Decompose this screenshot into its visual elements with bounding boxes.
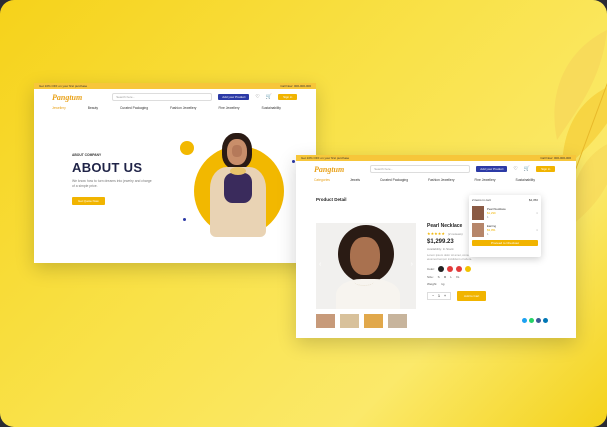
search-input[interactable]: Search here...: [370, 165, 471, 173]
nav-item[interactable]: Curated Packaging: [120, 106, 148, 110]
prev-image-arrow-icon[interactable]: ‹: [319, 261, 321, 268]
nav-item[interactable]: Fine Jewellery: [474, 178, 495, 182]
nav-item[interactable]: Jewellery: [52, 106, 66, 110]
search-input[interactable]: Search here...: [112, 93, 213, 101]
cart-item-thumbnail: [472, 206, 484, 220]
cart-item[interactable]: Earring $3,051 1 ×: [472, 223, 538, 237]
nav-item[interactable]: Sustainability: [516, 178, 535, 182]
about-page-screenshot: Get 10% OFF on your first purchase Call …: [34, 83, 316, 263]
thumbnail[interactable]: [388, 314, 407, 328]
size-option[interactable]: M: [444, 275, 447, 279]
heart-icon[interactable]: ♡: [255, 94, 259, 100]
main-nav: Categories Jewels Curated Packaging Fash…: [296, 177, 576, 183]
whatsapp-icon[interactable]: [529, 318, 534, 323]
topbar-promo-text: Get 10% OFF on your first purchase: [301, 156, 350, 160]
thumbnail-strip: [316, 314, 407, 328]
product-detail-screenshot: Get 10% OFF on your first purchase Call …: [296, 155, 576, 338]
twitter-icon[interactable]: [522, 318, 527, 323]
about-eyebrow: ABOUT COMPANY: [72, 153, 102, 157]
size-option[interactable]: S: [438, 275, 440, 279]
color-swatch[interactable]: [447, 265, 454, 272]
checkout-button[interactable]: Proceed to Checkout: [472, 240, 538, 246]
size-option[interactable]: L: [450, 275, 452, 279]
nav-item[interactable]: Curated Packaging: [380, 178, 408, 182]
about-description: We know how to turn dreams into jewelry …: [72, 179, 152, 188]
cart-item-qty: 1: [487, 215, 489, 219]
facebook-icon[interactable]: [536, 318, 541, 323]
signin-button[interactable]: Sign in: [536, 166, 556, 172]
product-main-image: ‹ ›: [316, 223, 416, 309]
cart-icon[interactable]: 🛒: [266, 94, 272, 100]
header: Pangtum Search here... Add your Product …: [296, 161, 576, 177]
about-hero-image: [180, 123, 310, 263]
topbar-phone-text: Call Now: 000-000-000: [280, 84, 311, 88]
cart-title: 2 items in cart: [472, 198, 491, 202]
add-product-button[interactable]: Add your Product: [218, 94, 250, 100]
brand-logo[interactable]: Pangtum: [52, 93, 82, 102]
heart-icon[interactable]: ♡: [513, 166, 517, 172]
reviews-count: (2 reviews): [447, 231, 463, 236]
size-option[interactable]: XL: [456, 275, 460, 279]
rating-stars-icon: ★★★★★: [427, 231, 445, 236]
cart-icon[interactable]: 🛒: [524, 166, 530, 172]
linkedin-icon[interactable]: [543, 318, 548, 323]
topbar-phone-text: Call Now: 000-000-000: [540, 156, 571, 160]
next-image-arrow-icon[interactable]: ›: [411, 261, 413, 268]
nav-item[interactable]: Jewels: [350, 178, 360, 182]
about-title: ABOUT US: [72, 160, 143, 175]
main-nav: Jewellery Beauty Curated Packaging Fashi…: [34, 105, 316, 111]
nav-item[interactable]: Sustainability: [262, 106, 281, 110]
thumbnail[interactable]: [340, 314, 359, 328]
nav-item[interactable]: Categories: [314, 178, 330, 182]
header: Pangtum Search here... Add your Product …: [34, 89, 316, 105]
color-label: Color:: [427, 266, 436, 271]
weight-value: 1g: [441, 281, 445, 286]
cart-item[interactable]: Pearl Necklace $1,299 1 ×: [472, 206, 538, 220]
add-to-cart-button[interactable]: Add to Cart: [457, 290, 487, 301]
weight-label: Weight:: [427, 281, 438, 286]
quantity-value: 1: [438, 293, 440, 298]
nav-item[interactable]: Fashion Jewellery: [170, 106, 196, 110]
cart-total: $4,350: [528, 198, 538, 202]
share-icons: [522, 318, 548, 323]
thumbnail[interactable]: [364, 314, 383, 328]
get-quote-button[interactable]: Get Quote Now: [72, 196, 105, 205]
nav-item[interactable]: Fine Jewellery: [218, 106, 239, 110]
signin-button[interactable]: Sign in: [278, 94, 298, 100]
background-stage: Get 10% OFF on your first purchase Call …: [0, 0, 607, 427]
nav-item[interactable]: Beauty: [88, 106, 98, 110]
size-label: Size:: [427, 274, 434, 279]
brand-logo[interactable]: Pangtum: [314, 165, 344, 174]
topbar-promo-text: Get 10% OFF on your first purchase: [39, 84, 88, 88]
remove-item-icon[interactable]: ×: [536, 228, 538, 232]
add-product-button[interactable]: Add your Product: [476, 166, 508, 172]
thumbnail[interactable]: [316, 314, 335, 328]
color-swatch[interactable]: [465, 265, 472, 272]
remove-item-icon[interactable]: ×: [536, 211, 538, 215]
cart-item-thumbnail: [472, 223, 484, 237]
minus-icon[interactable]: −: [432, 294, 434, 298]
color-swatch[interactable]: [438, 265, 445, 272]
nav-item[interactable]: Fashion Jewellery: [428, 178, 454, 182]
plus-icon[interactable]: +: [444, 294, 446, 298]
quantity-stepper[interactable]: − 1 +: [427, 291, 452, 300]
cart-item-qty: 1: [487, 232, 489, 236]
color-swatch[interactable]: [456, 265, 463, 272]
cart-dropdown: 2 items in cart $4,350 Pearl Necklace $1…: [469, 195, 541, 257]
page-title: Product Detail: [316, 197, 347, 202]
